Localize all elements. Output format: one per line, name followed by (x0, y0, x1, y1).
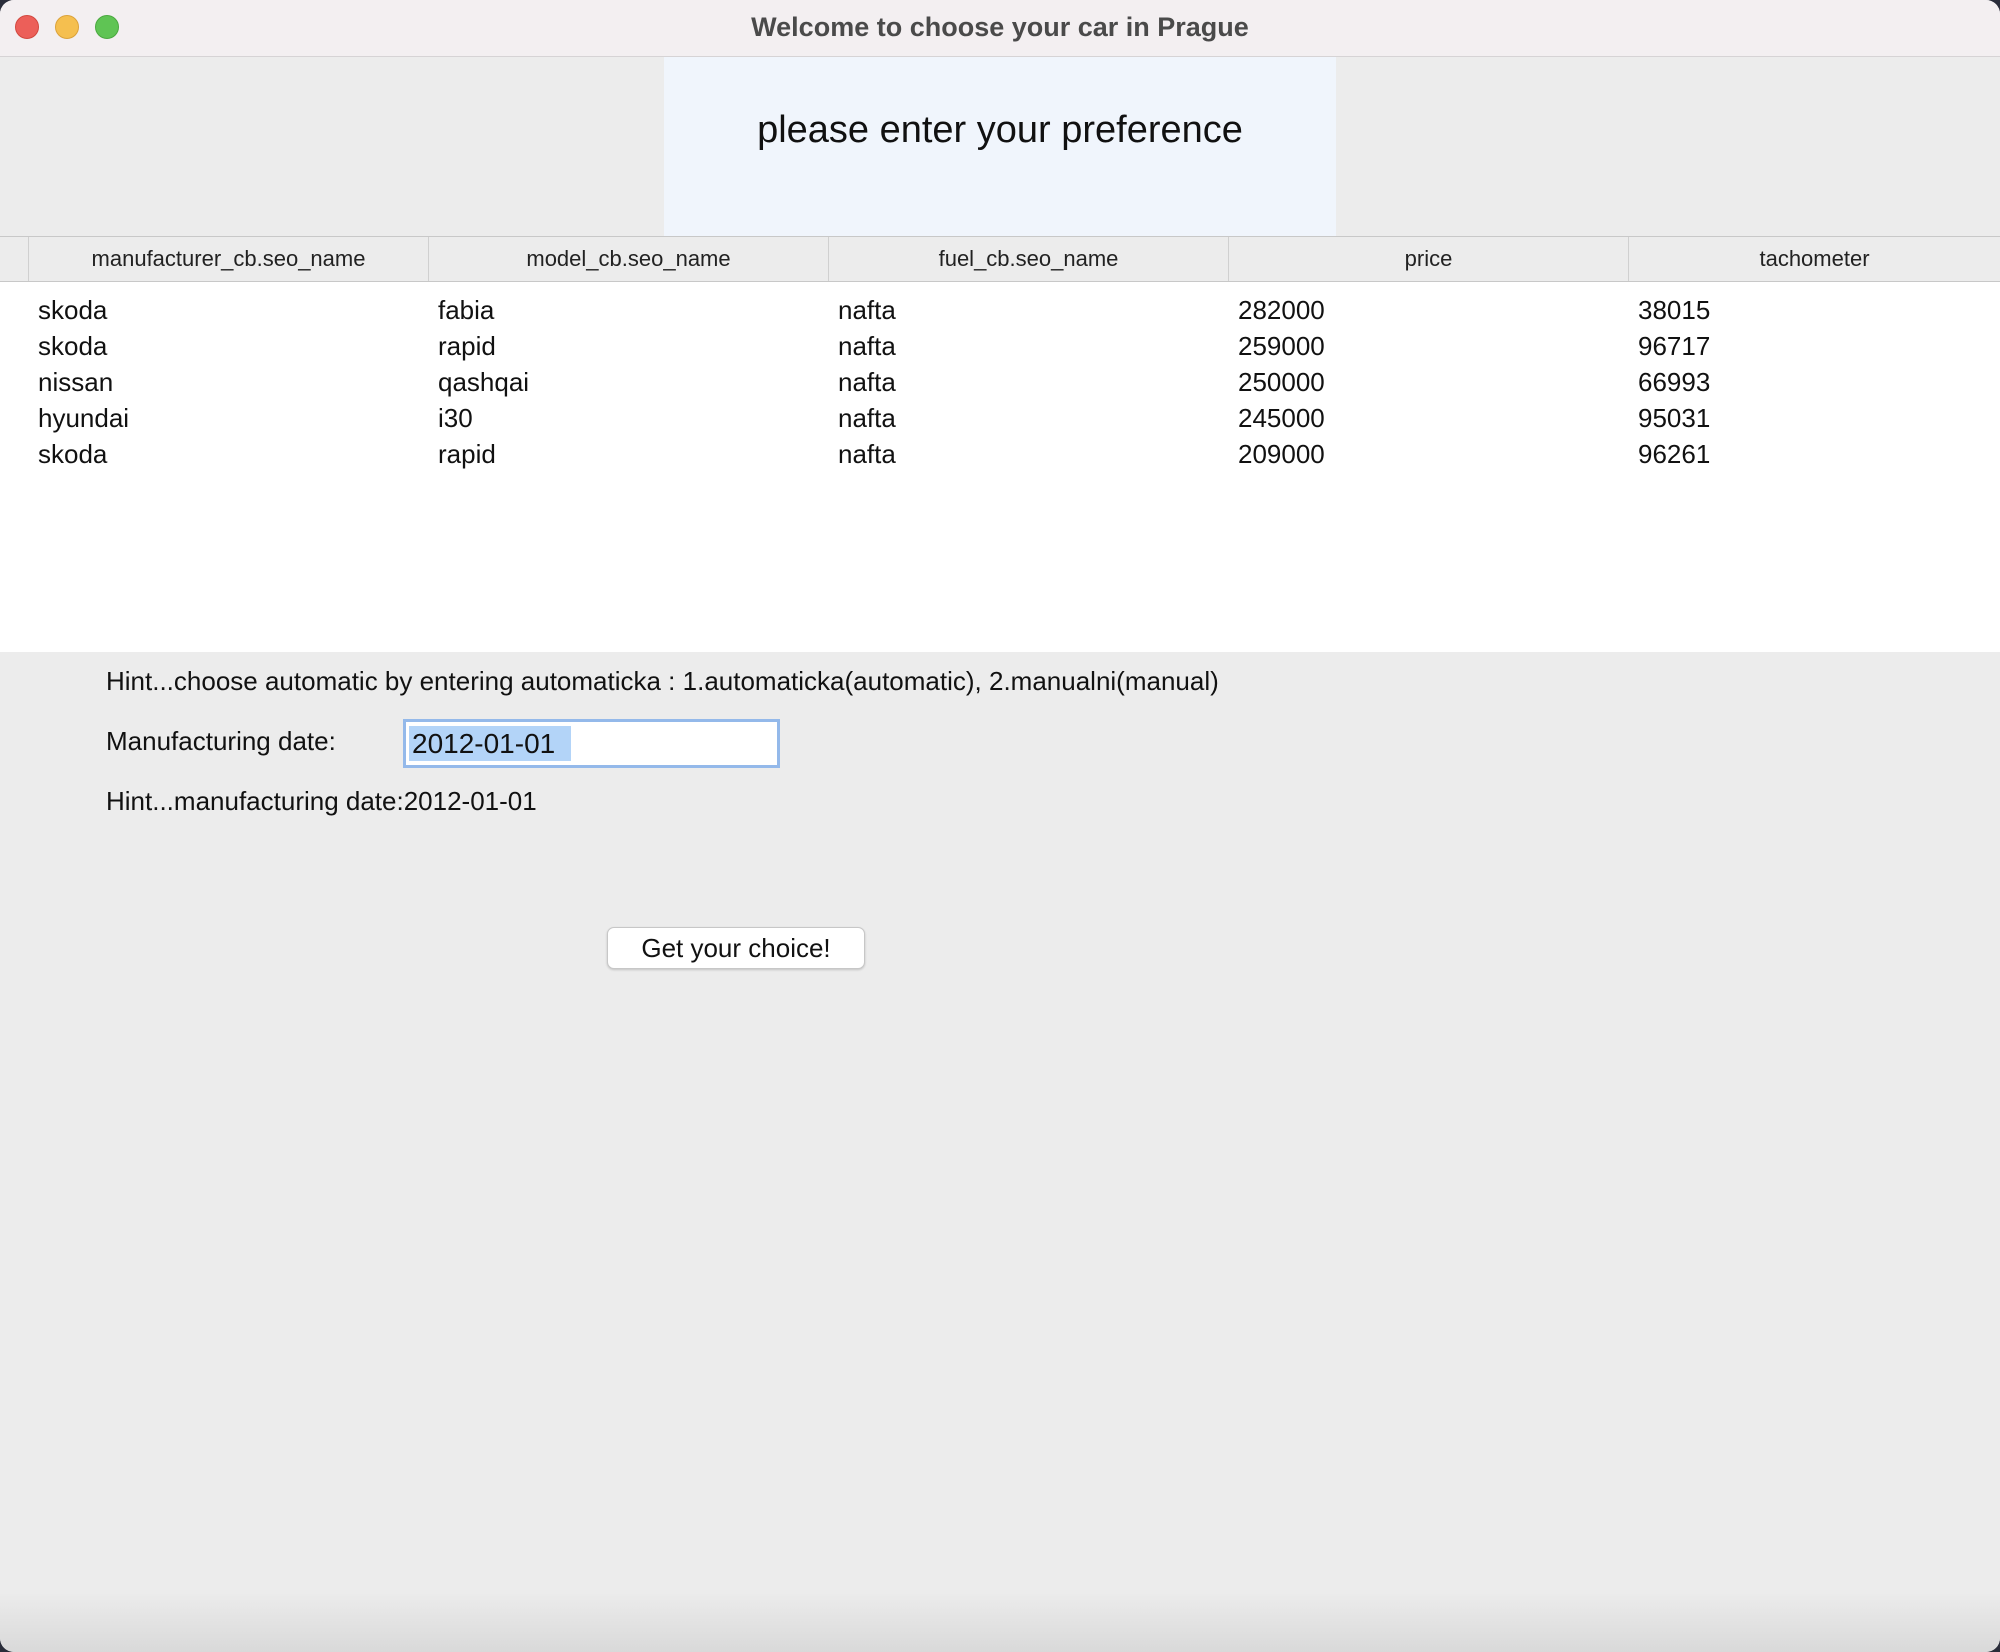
cell-tachometer: 96717 (1638, 331, 1711, 361)
cell-tachometer: 96261 (1638, 439, 1711, 469)
transmission-hint: Hint...choose automatic by entering auto… (106, 666, 1219, 696)
table-row[interactable]: nissan qashqai nafta 250000 66993 (0, 364, 2000, 400)
cell-fuel: nafta (838, 439, 896, 469)
cell-manufacturer: nissan (38, 367, 114, 397)
cell-tachometer: 66993 (1638, 367, 1711, 397)
window-bottom-edge (0, 1592, 2000, 1652)
results-table: manufacturer_cb.seo_name model_cb.seo_na… (0, 236, 2000, 652)
cell-manufacturer: skoda (38, 439, 108, 469)
cell-model: fabia (438, 295, 495, 325)
cell-model: i30 (438, 403, 473, 433)
column-header-manufacturer[interactable]: manufacturer_cb.seo_name (28, 237, 428, 281)
cell-tachometer: 95031 (1638, 403, 1711, 433)
cell-manufacturer: skoda (38, 295, 108, 325)
cell-price: 250000 (1238, 367, 1325, 397)
cell-manufacturer: hyundai (38, 403, 130, 433)
column-header-tachometer[interactable]: tachometer (1628, 237, 2000, 281)
title-bar[interactable]: Welcome to choose your car in Prague (0, 0, 2000, 57)
cell-price: 209000 (1238, 439, 1325, 469)
manufacturing-date-value: 2012-01-01 (412, 728, 556, 759)
cell-model: rapid (438, 331, 496, 361)
column-header-price[interactable]: price (1228, 237, 1628, 281)
column-header-fuel[interactable]: fuel_cb.seo_name (828, 237, 1228, 281)
cell-price: 259000 (1238, 331, 1325, 361)
app-window: Welcome to choose your car in Prague ple… (0, 0, 2000, 1652)
table-row[interactable]: skoda rapid nafta 259000 96717 (0, 328, 2000, 364)
cell-tachometer: 38015 (1638, 295, 1711, 325)
table-row[interactable]: skoda fabia nafta 282000 38015 (0, 292, 2000, 328)
table-row[interactable]: skoda rapid nafta 209000 96261 (0, 436, 2000, 472)
table-header: manufacturer_cb.seo_name model_cb.seo_na… (0, 236, 2000, 282)
column-header-model[interactable]: model_cb.seo_name (428, 237, 828, 281)
preference-banner: please enter your preference (664, 57, 1336, 236)
manufacturing-date-hint: Hint...manufacturing date:2012-01-01 (106, 786, 537, 816)
cell-fuel: nafta (838, 295, 896, 325)
window-title: Welcome to choose your car in Prague (751, 12, 1249, 42)
cell-fuel: nafta (838, 331, 896, 361)
cell-fuel: nafta (838, 403, 896, 433)
cell-model: qashqai (438, 367, 530, 397)
cell-manufacturer: skoda (38, 331, 108, 361)
manufacturing-date-label: Manufacturing date: (106, 726, 336, 756)
cell-price: 282000 (1238, 295, 1325, 325)
cell-model: rapid (438, 439, 496, 469)
table-row[interactable]: hyundai i30 nafta 245000 95031 (0, 400, 2000, 436)
cell-price: 245000 (1238, 403, 1325, 433)
get-your-choice-button[interactable]: Get your choice! (607, 927, 865, 969)
banner-text: please enter your preference (757, 109, 1243, 151)
cell-fuel: nafta (838, 367, 896, 397)
